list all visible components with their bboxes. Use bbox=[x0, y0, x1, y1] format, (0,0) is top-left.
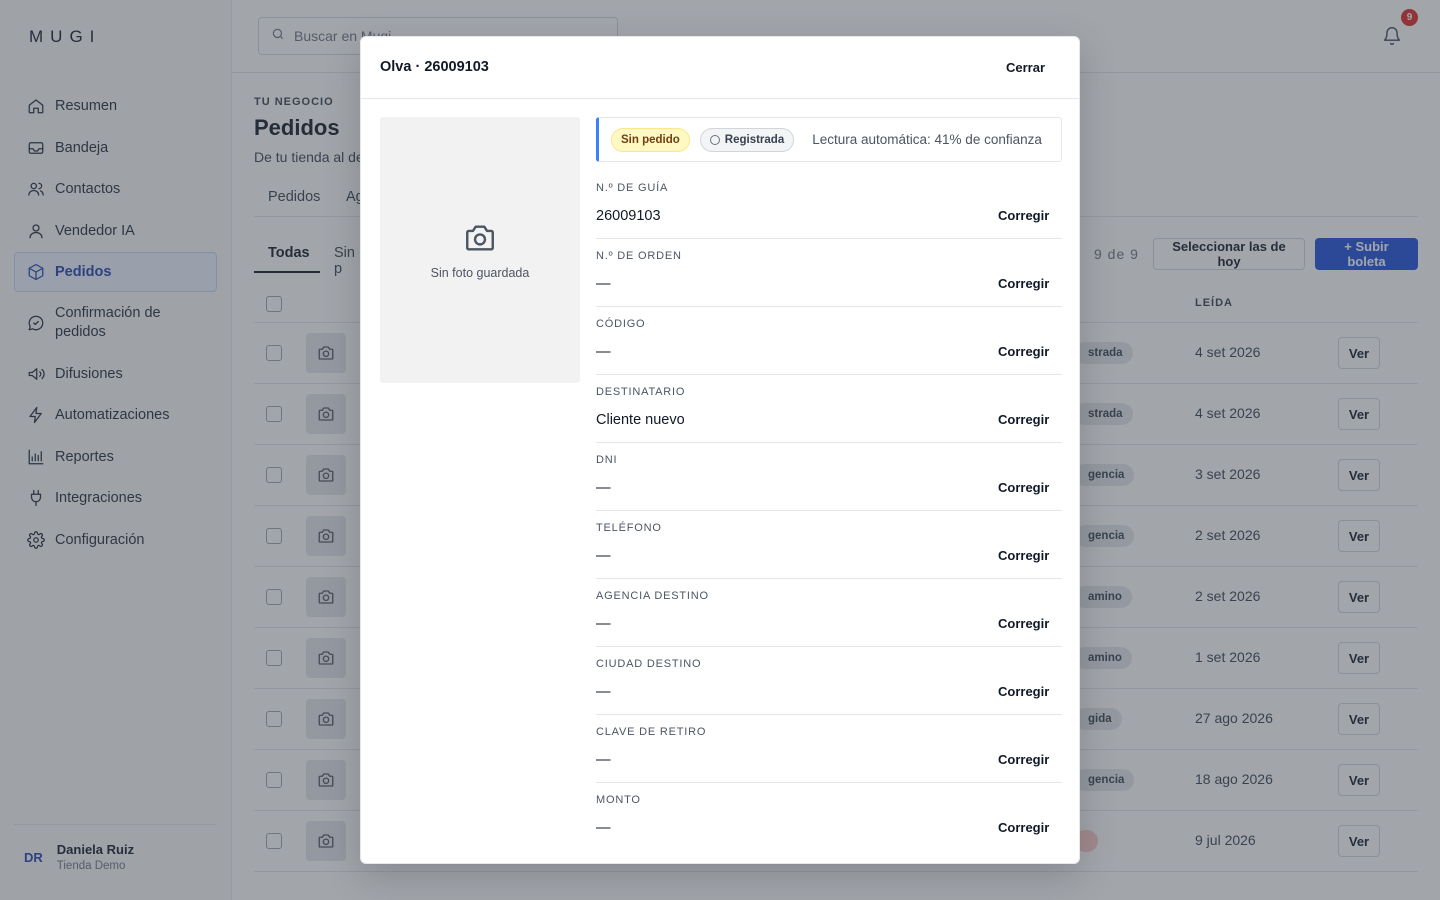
correct-field-button[interactable]: Corregir bbox=[994, 682, 1053, 701]
receipt-field: MONTO — Corregir bbox=[596, 783, 1062, 851]
field-value: — bbox=[596, 344, 611, 360]
order-status-badge: Sin pedido bbox=[611, 127, 690, 152]
field-label: AGENCIA DESTINO bbox=[596, 590, 709, 602]
state-badge: Registrada bbox=[699, 127, 795, 152]
receipt-field: TELÉFONO — Corregir bbox=[596, 511, 1062, 579]
field-value: — bbox=[596, 480, 611, 496]
receipt-photo-placeholder: Sin foto guardada bbox=[380, 117, 580, 383]
receipt-field: CLAVE DE RETIRO — Corregir bbox=[596, 715, 1062, 783]
receipt-detail-modal: Olva · 26009103 Cerrar Sin foto guardada… bbox=[360, 36, 1080, 864]
modal-header: Olva · 26009103 Cerrar bbox=[361, 37, 1079, 99]
receipt-field: AGENCIA DESTINO — Corregir bbox=[596, 579, 1062, 647]
correct-field-button[interactable]: Corregir bbox=[994, 410, 1053, 429]
field-value: — bbox=[596, 548, 611, 564]
photo-status-label: Sin foto guardada bbox=[430, 265, 530, 280]
correct-field-button[interactable]: Corregir bbox=[994, 478, 1053, 497]
circle-icon bbox=[709, 134, 720, 145]
field-value: — bbox=[596, 752, 611, 768]
modal-title: Olva · 26009103 bbox=[380, 59, 489, 75]
field-value: — bbox=[596, 276, 611, 292]
field-value: — bbox=[596, 684, 611, 700]
field-label: MONTO bbox=[596, 794, 641, 806]
receipt-field: CIUDAD DESTINO — Corregir bbox=[596, 647, 1062, 715]
receipt-field: N.º DE GUÍA 26009103 Corregir bbox=[596, 171, 1062, 239]
field-value: 26009103 bbox=[596, 208, 661, 224]
reading-info-bar: Sin pedido Registrada Lectura automática… bbox=[596, 117, 1062, 162]
field-label: CLAVE DE RETIRO bbox=[596, 726, 707, 738]
receipt-field: CÓDIGO — Corregir bbox=[596, 307, 1062, 375]
field-label: TELÉFONO bbox=[596, 522, 662, 534]
field-value: — bbox=[596, 820, 611, 836]
field-label: DNI bbox=[596, 454, 618, 466]
field-label: N.º DE ORDEN bbox=[596, 250, 682, 262]
correct-field-button[interactable]: Corregir bbox=[994, 342, 1053, 361]
correct-field-button[interactable]: Corregir bbox=[994, 818, 1053, 837]
field-label: DESTINATARIO bbox=[596, 386, 686, 398]
receipt-fields: N.º DE GUÍA 26009103 Corregir N.º DE ORDEN —… bbox=[596, 171, 1062, 851]
field-label: N.º DE GUÍA bbox=[596, 182, 669, 194]
field-value: — bbox=[596, 616, 611, 632]
field-label: CIUDAD DESTINO bbox=[596, 658, 702, 670]
close-button[interactable]: Cerrar bbox=[1002, 56, 1049, 79]
correct-field-button[interactable]: Corregir bbox=[994, 750, 1053, 769]
receipt-field: DNI — Corregir bbox=[596, 443, 1062, 511]
correct-field-button[interactable]: Corregir bbox=[994, 206, 1053, 225]
correct-field-button[interactable]: Corregir bbox=[994, 274, 1053, 293]
receipt-field: DESTINATARIO Cliente nuevo Corregir bbox=[596, 375, 1062, 443]
confidence-text: Lectura automática: 41% de confianza bbox=[812, 132, 1042, 147]
camera-icon bbox=[463, 221, 497, 260]
state-badge-label: Registrada bbox=[724, 133, 785, 146]
correct-field-button[interactable]: Corregir bbox=[994, 546, 1053, 565]
receipt-field: N.º DE ORDEN — Corregir bbox=[596, 239, 1062, 307]
correct-field-button[interactable]: Corregir bbox=[994, 614, 1053, 633]
field-label: CÓDIGO bbox=[596, 318, 646, 330]
field-value: Cliente nuevo bbox=[596, 412, 685, 428]
